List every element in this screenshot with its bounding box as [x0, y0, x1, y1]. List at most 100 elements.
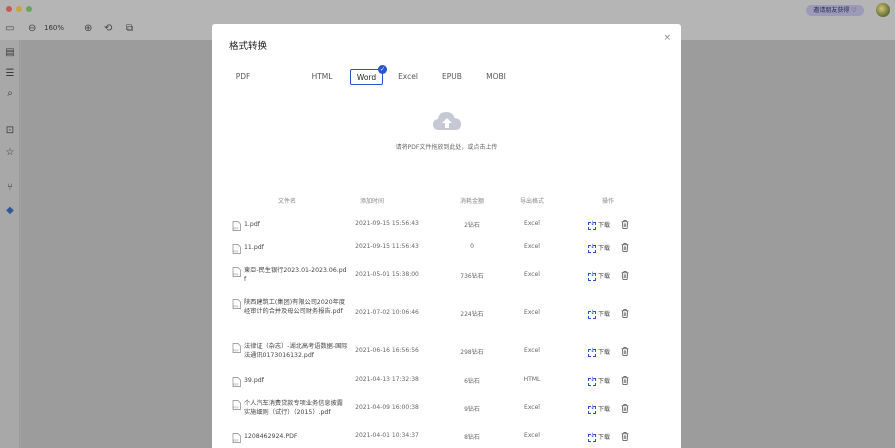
header-actions: 操作 — [601, 198, 614, 205]
trash-icon[interactable] — [621, 243, 629, 252]
search-icon[interactable]: ⌕ — [4, 88, 16, 100]
lock-icon[interactable]: ⊡ — [4, 125, 16, 137]
download-label: 下载 — [598, 311, 611, 318]
trash-icon[interactable] — [621, 309, 629, 318]
trash-icon[interactable] — [621, 347, 629, 356]
file-name: 11.pdf — [244, 244, 264, 251]
download-icon — [588, 376, 596, 386]
download-label: 下载 — [598, 222, 611, 229]
trash-icon[interactable] — [621, 220, 629, 229]
added-time: 2021-04-09 16:00:38 — [355, 404, 419, 411]
cost: 8钻石 — [464, 434, 480, 441]
pdf-file-icon: PDF — [232, 400, 241, 410]
export-format: Excel — [524, 309, 540, 316]
trash-icon[interactable] — [621, 404, 629, 413]
close-window-button[interactable] — [6, 6, 12, 12]
download-icon — [588, 220, 596, 230]
star-icon[interactable]: ☆ — [4, 147, 16, 159]
export-format: Excel — [524, 432, 540, 439]
close-icon[interactable]: × — [663, 33, 671, 43]
download-button[interactable]: 下载 — [588, 432, 610, 442]
header-filename: 文件名 — [277, 198, 296, 205]
zoom-out-icon[interactable]: ⊖ — [28, 24, 36, 34]
table-row: PDF 陕西建筑工(集团)有限公司2020年度经审计的合并及母公司财务报告.pd… — [212, 298, 681, 330]
file-name: 1.pdf — [244, 221, 260, 228]
minimize-window-button[interactable] — [16, 6, 22, 12]
zoom-in-icon[interactable]: ⊕ — [84, 24, 92, 34]
download-button[interactable]: 下载 — [588, 271, 610, 281]
dialog-title: 格式转换 — [229, 41, 268, 52]
folder-icon[interactable]: ▭ — [5, 24, 14, 34]
tab-excel[interactable]: Excel — [392, 69, 424, 85]
download-label: 下载 — [598, 349, 611, 356]
table-row: PDF 1208462924.PDF 2021-04-01 10:34:37 8… — [212, 432, 681, 444]
trash-icon[interactable] — [621, 432, 629, 441]
upload-hint: 请将PDF文件拖放到此处，或点击上传 — [395, 144, 498, 151]
pdf-file-icon: PDF — [232, 267, 241, 277]
download-icon — [588, 243, 596, 253]
format-tabs: PDF HTML Word ✓ Excel EPUB MOBI — [226, 65, 526, 85]
cost: 2钻石 — [464, 222, 480, 229]
upload-dropzone[interactable]: 请将PDF文件拖放到此处，或点击上传 — [212, 104, 681, 184]
download-icon — [588, 309, 596, 319]
tab-epub[interactable]: EPUB — [436, 69, 468, 85]
tab-word[interactable]: Word ✓ — [350, 65, 387, 85]
pdf-file-icon: PDF — [232, 343, 241, 353]
table-row: PDF 11.pdf 2021-09-15 11:56:43 0 Excel 下… — [212, 243, 681, 259]
file-name: 个人汽车消费贷款专项业务信息披露实施细则（试行）（2015）.pdf — [244, 400, 343, 417]
list-icon[interactable]: ☰ — [4, 68, 16, 80]
table-row: PDF 法律证（杂志）-湖北高考语数据-国际法通讯0173016132.pdf … — [212, 342, 681, 364]
header-cost: 消耗金额 — [459, 198, 484, 205]
download-icon — [588, 432, 596, 442]
document-icon[interactable]: ▤ — [4, 47, 16, 59]
invite-friends-button[interactable]: 邀请朋友获得 ♡ — [806, 5, 864, 16]
tab-mobi[interactable]: MOBI — [480, 69, 512, 85]
added-time: 2021-06-16 16:56:56 — [355, 347, 419, 354]
download-icon — [588, 347, 596, 357]
table-row: PDF 東亞-民生银行2023.01-2023.06.pdf 2021-05-0… — [212, 266, 681, 288]
page-layout-icon[interactable]: ⧉ — [126, 24, 133, 34]
format-conversion-dialog: 格式转换 × PDF HTML Word ✓ Excel EPUB MOBI 请… — [212, 24, 681, 448]
file-name: 1208462924.PDF — [244, 433, 298, 440]
svg-text:PDF: PDF — [233, 249, 239, 253]
added-time: 2021-05-01 15:38:00 — [355, 271, 419, 278]
table-row: PDF 个人汽车消费贷款专项业务信息披露实施细则（试行）（2015）.pdf 2… — [212, 399, 681, 423]
download-button[interactable]: 下载 — [588, 347, 610, 357]
download-label: 下载 — [598, 406, 611, 413]
export-format: Excel — [524, 347, 540, 354]
share-icon[interactable]: ⑂ — [4, 182, 16, 194]
download-button[interactable]: 下载 — [588, 220, 610, 230]
avatar[interactable] — [876, 3, 890, 17]
header-export-format: 导出格式 — [519, 198, 544, 205]
pdf-file-icon: PDF — [232, 299, 241, 309]
tab-html[interactable]: HTML — [305, 69, 339, 85]
svg-text:PDF: PDF — [233, 304, 239, 308]
added-time: 2021-04-01 10:34:37 — [355, 432, 419, 439]
download-button[interactable]: 下载 — [588, 404, 610, 414]
table-row: PDF 1.pdf 2021-09-15 15:56:43 2钻石 Excel … — [212, 220, 681, 236]
pdf-file-icon: PDF — [232, 433, 241, 443]
added-time: 2021-04-13 17:32:38 — [355, 376, 419, 383]
download-button[interactable]: 下载 — [588, 243, 610, 253]
tab-pdf[interactable]: PDF — [230, 69, 256, 85]
cost: 298钻石 — [460, 349, 484, 356]
download-button[interactable]: 下载 — [588, 376, 610, 386]
trash-icon[interactable] — [621, 376, 629, 385]
svg-text:PDF: PDF — [233, 226, 239, 230]
svg-text:PDF: PDF — [233, 382, 239, 386]
rotate-icon[interactable]: ⟲ — [104, 24, 112, 34]
maximize-window-button[interactable] — [26, 6, 32, 12]
tab-word-label: Word — [356, 73, 377, 82]
added-time: 2021-09-15 15:56:43 — [355, 220, 419, 227]
svg-text:PDF: PDF — [233, 272, 239, 276]
app-logo-icon[interactable]: ◆ — [4, 205, 16, 217]
file-name: 法律证（杂志）-湖北高考语数据-国际法通讯0173016132.pdf — [244, 343, 348, 360]
export-format: HTML — [523, 376, 541, 383]
download-label: 下载 — [598, 378, 611, 385]
trash-icon[interactable] — [621, 271, 629, 280]
download-button[interactable]: 下载 — [588, 309, 610, 319]
svg-text:PDF: PDF — [233, 405, 239, 409]
download-label: 下载 — [598, 273, 611, 280]
added-time: 2021-07-02 10:06:46 — [355, 309, 419, 316]
export-format: Excel — [524, 271, 540, 278]
